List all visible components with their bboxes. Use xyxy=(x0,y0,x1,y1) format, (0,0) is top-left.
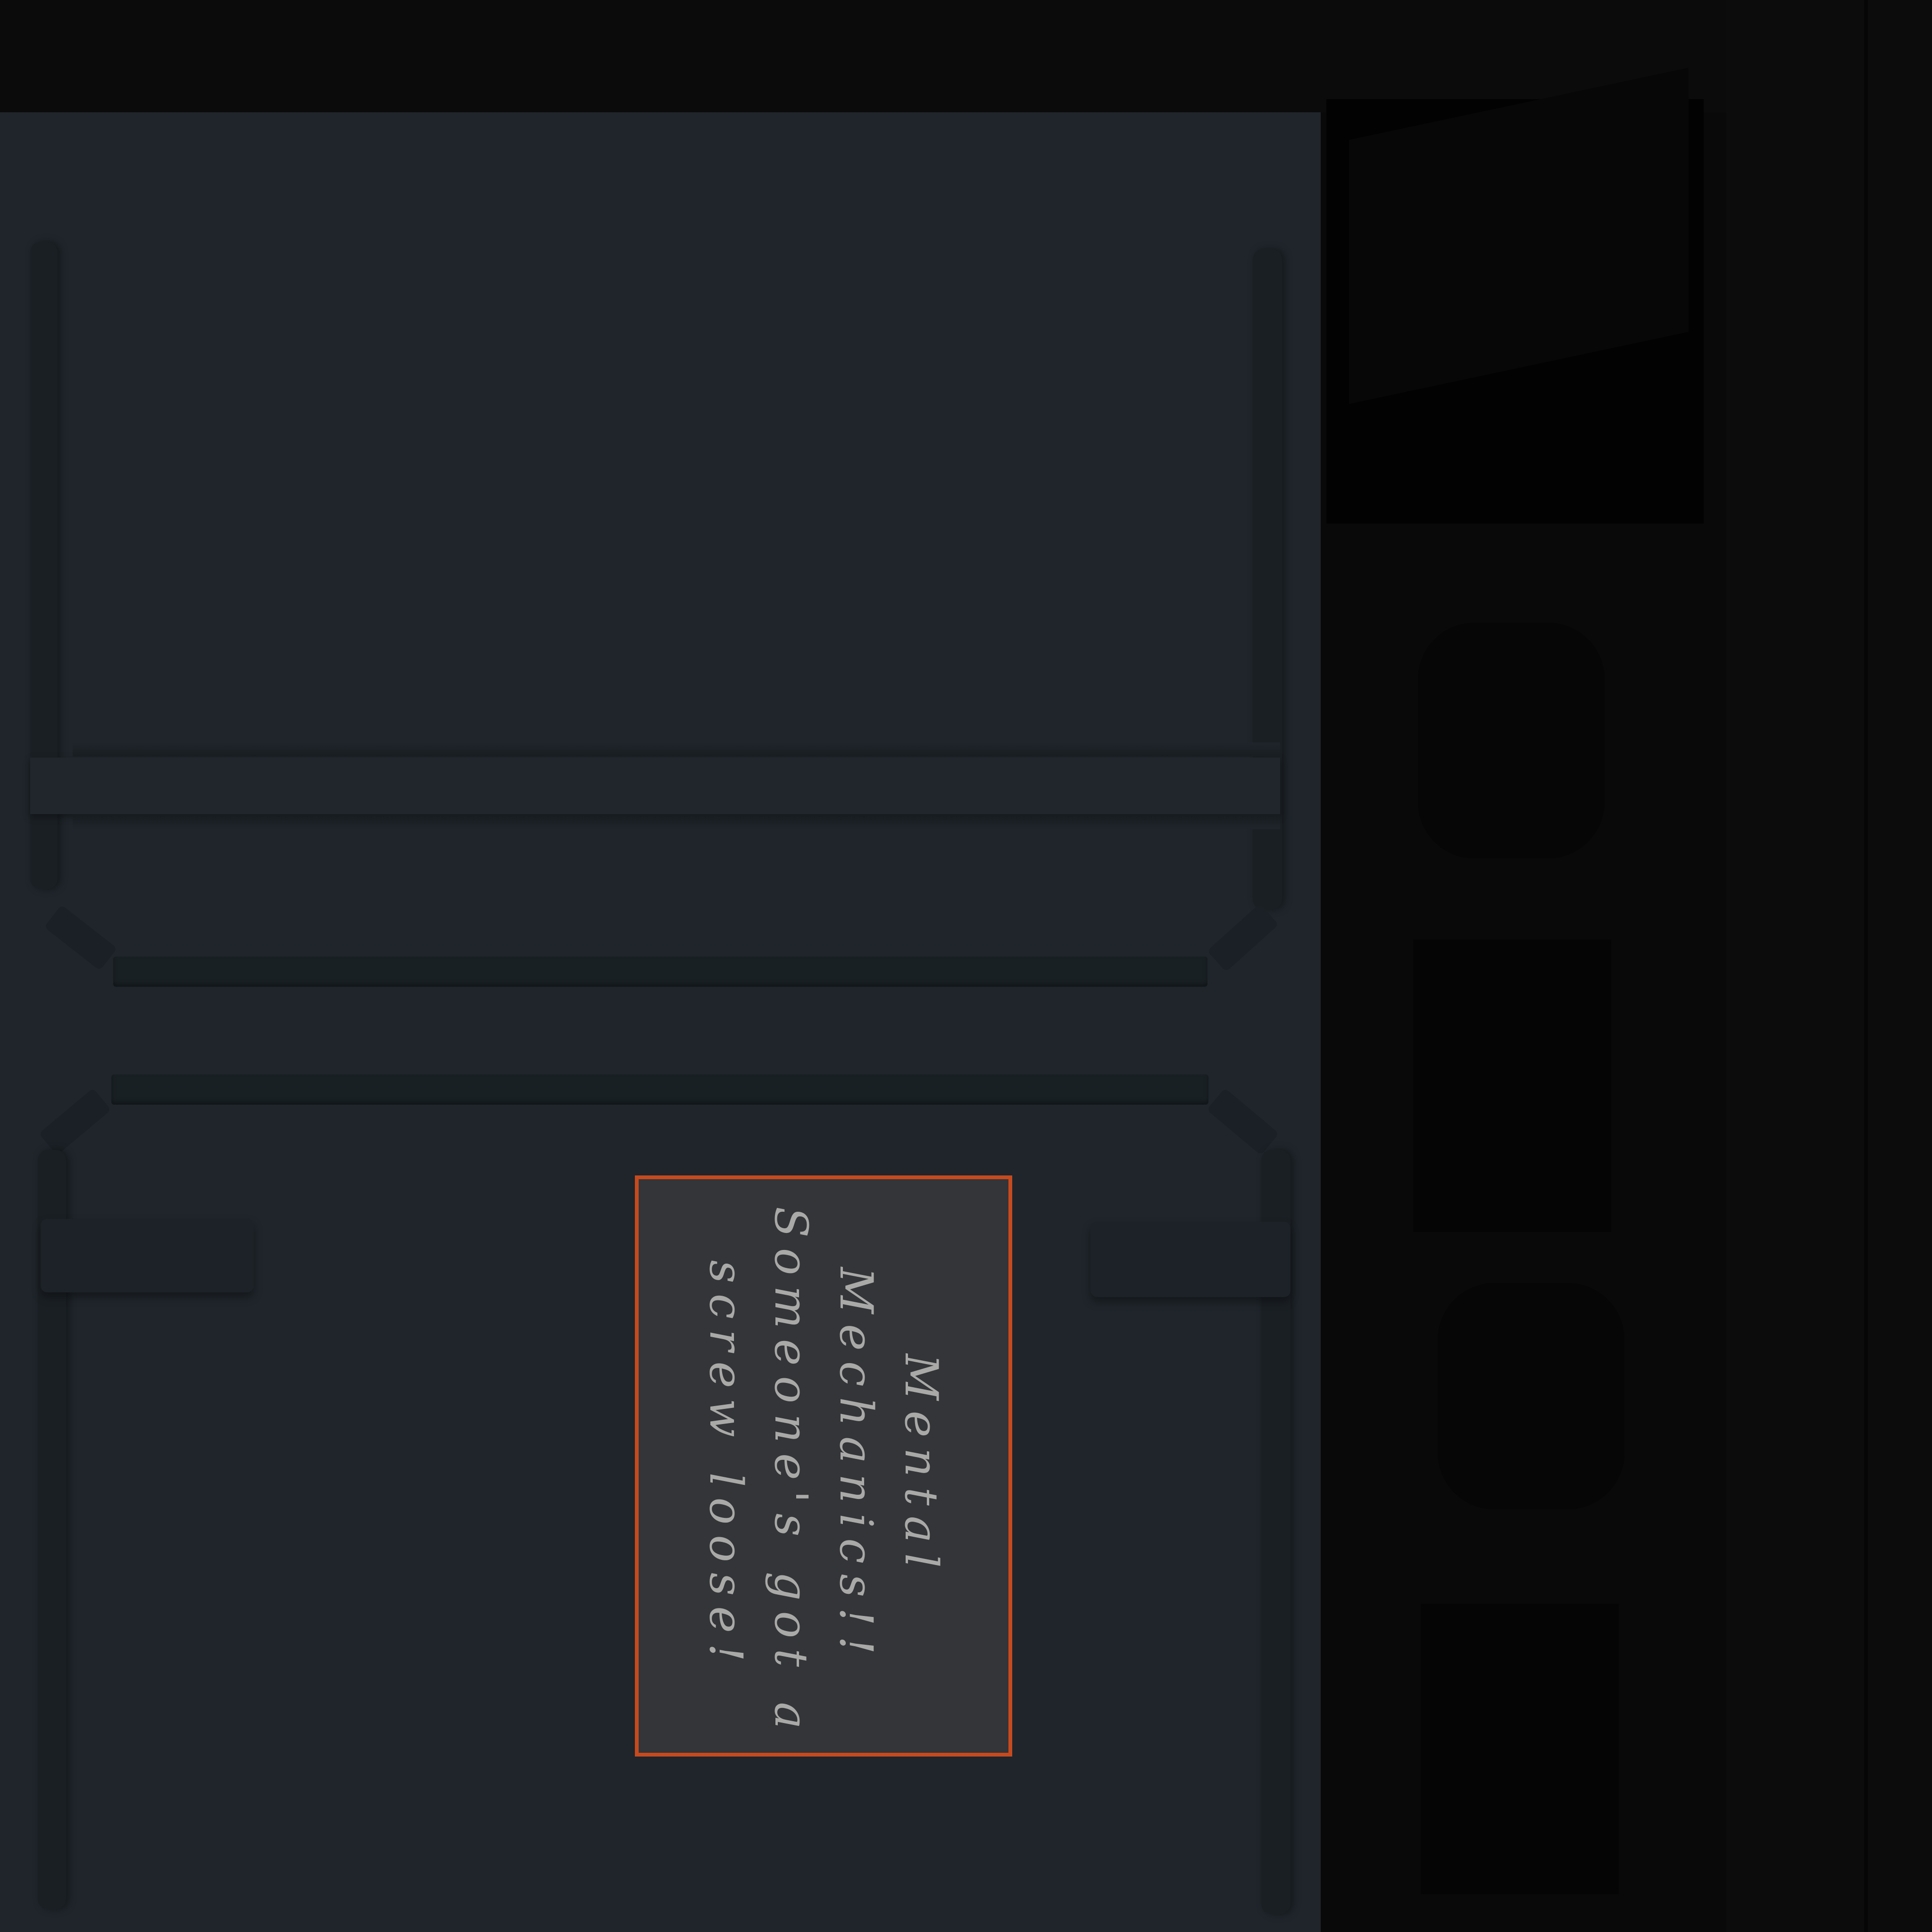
corner-bevel-right-bottom xyxy=(1207,1088,1279,1156)
rect-mid xyxy=(1413,940,1611,1232)
rect-bottom xyxy=(1421,1604,1619,1894)
right-bracket xyxy=(1091,1222,1291,1297)
sign-line-2: Mechanics!! xyxy=(830,1267,883,1665)
corner-bevel-right-top xyxy=(1207,903,1279,972)
capsule-bottom xyxy=(1438,1283,1624,1509)
far-right-column xyxy=(1726,0,1932,1932)
divider-bar-bottom xyxy=(111,1074,1208,1105)
corner-bevel-left-bottom xyxy=(39,1088,111,1156)
divider-bar-top xyxy=(113,957,1208,987)
sign-line-4: screw loose! xyxy=(700,1260,752,1672)
sign-line-1: Mental xyxy=(895,1354,948,1578)
sign-line-3: Someone's got a xyxy=(765,1207,817,1740)
mental-mechanics-sign: Mental Mechanics!! Someone's got a screw… xyxy=(635,1175,1012,1757)
shelf-shadow-lower xyxy=(73,814,1280,829)
corner-bevel-left-top xyxy=(44,905,117,971)
left-bracket xyxy=(41,1219,254,1292)
shelf-shadow-upper xyxy=(73,742,1280,757)
far-right-divider xyxy=(1864,0,1868,1932)
sign-text: Mental Mechanics!! Someone's got a screw… xyxy=(693,1207,954,1740)
capsule-top xyxy=(1418,623,1605,858)
shelf-rail-upper xyxy=(30,758,1280,814)
